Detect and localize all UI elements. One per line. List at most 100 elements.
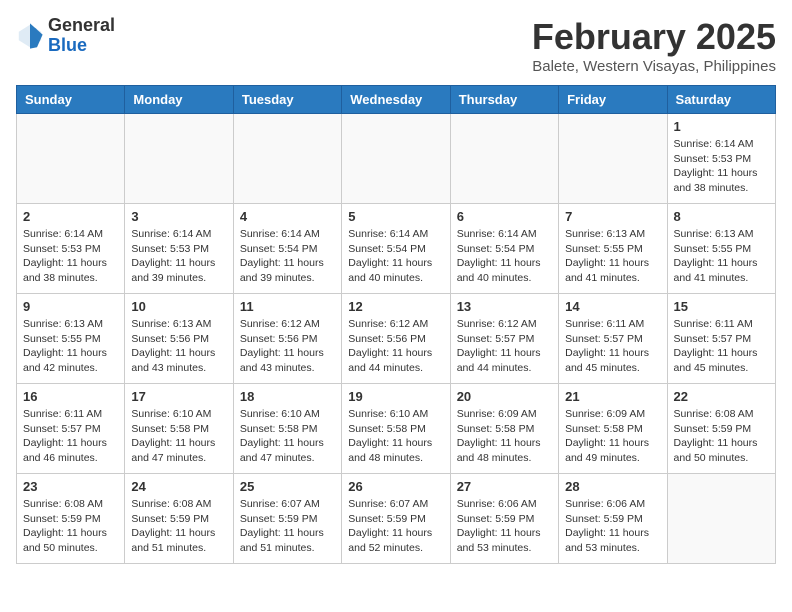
day-info: Sunrise: 6:12 AM Sunset: 5:56 PM Dayligh… [240,317,335,376]
day-number: 27 [457,479,552,494]
weekday-header-friday: Friday [559,86,667,114]
page-header: General Blue February 2025 Balete, Weste… [16,16,776,75]
weekday-header-thursday: Thursday [450,86,558,114]
weekday-header-saturday: Saturday [667,86,775,114]
calendar-cell: 2 Sunrise: 6:14 AM Sunset: 5:53 PM Daylig… [17,204,125,294]
week-row-1: 1 Sunrise: 6:14 AM Sunset: 5:53 PM Daylig… [17,114,776,204]
day-number: 5 [348,209,443,224]
month-title: February 2025 [532,16,776,58]
weekday-header-wednesday: Wednesday [342,86,450,114]
calendar-cell: 4Sunrise: 6:14 AM Sunset: 5:54 PM Daylig… [233,204,341,294]
calendar-cell: 15 Sunrise: 6:11 AM Sunset: 5:57 PM Dayli… [667,294,775,384]
calendar-cell: 28Sunrise: 6:06 AM Sunset: 5:59 PM Dayli… [559,474,667,564]
calendar-cell: 27 Sunrise: 6:06 AM Sunset: 5:59 PM Dayli… [450,474,558,564]
day-number: 2 [23,209,118,224]
day-info: Sunrise: 6:06 AM Sunset: 5:59 PM Dayligh… [457,497,552,556]
day-number: 9 [23,299,118,314]
calendar-cell: 11 Sunrise: 6:12 AM Sunset: 5:56 PM Dayli… [233,294,341,384]
day-info: Sunrise: 6:14 AM Sunset: 5:53 PM Dayligh… [674,137,769,196]
day-info: Sunrise: 6:10 AM Sunset: 5:58 PM Dayligh… [240,407,335,466]
weekday-header-tuesday: Tuesday [233,86,341,114]
day-info: Sunrise: 6:13 AM Sunset: 5:55 PM Dayligh… [565,227,660,286]
day-number: 14 [565,299,660,314]
day-number: 22 [674,389,769,404]
calendar-cell: 16 Sunrise: 6:11 AM Sunset: 5:57 PM Dayli… [17,384,125,474]
day-number: 19 [348,389,443,404]
day-info: Sunrise: 6:07 AM Sunset: 5:59 PM Dayligh… [348,497,443,556]
calendar-cell: 5 Sunrise: 6:14 AM Sunset: 5:54 PM Daylig… [342,204,450,294]
calendar-cell: 19 Sunrise: 6:10 AM Sunset: 5:58 PM Dayli… [342,384,450,474]
calendar-cell: 8Sunrise: 6:13 AM Sunset: 5:55 PM Daylig… [667,204,775,294]
calendar-cell: 24 Sunrise: 6:08 AM Sunset: 5:59 PM Dayli… [125,474,233,564]
calendar-cell: 7 Sunrise: 6:13 AM Sunset: 5:55 PM Daylig… [559,204,667,294]
day-info: Sunrise: 6:09 AM Sunset: 5:58 PM Dayligh… [457,407,552,466]
calendar-cell: 18 Sunrise: 6:10 AM Sunset: 5:58 PM Dayli… [233,384,341,474]
day-info: Sunrise: 6:14 AM Sunset: 5:53 PM Dayligh… [131,227,226,286]
day-info: Sunrise: 6:11 AM Sunset: 5:57 PM Dayligh… [565,317,660,376]
day-info: Sunrise: 6:11 AM Sunset: 5:57 PM Dayligh… [674,317,769,376]
calendar-cell: 3 Sunrise: 6:14 AM Sunset: 5:53 PM Daylig… [125,204,233,294]
day-number: 18 [240,389,335,404]
calendar-cell [233,114,341,204]
weekday-header-sunday: Sunday [17,86,125,114]
day-number: 11 [240,299,335,314]
day-number: 1 [674,119,769,134]
day-number: 17 [131,389,226,404]
week-row-2: 2 Sunrise: 6:14 AM Sunset: 5:53 PM Daylig… [17,204,776,294]
calendar-cell: 25 Sunrise: 6:07 AM Sunset: 5:59 PM Dayli… [233,474,341,564]
weekday-header-monday: Monday [125,86,233,114]
day-number: 25 [240,479,335,494]
day-number: 7 [565,209,660,224]
logo-icon [16,22,44,50]
day-info: Sunrise: 6:14 AM Sunset: 5:54 PM Dayligh… [457,227,552,286]
day-info: Sunrise: 6:10 AM Sunset: 5:58 PM Dayligh… [131,407,226,466]
calendar-cell: 17 Sunrise: 6:10 AM Sunset: 5:58 PM Dayli… [125,384,233,474]
calendar-cell: 20 Sunrise: 6:09 AM Sunset: 5:58 PM Dayli… [450,384,558,474]
calendar-cell [559,114,667,204]
day-info: Sunrise: 6:08 AM Sunset: 5:59 PM Dayligh… [131,497,226,556]
day-info: Sunrise: 6:06 AM Sunset: 5:59 PM Dayligh… [565,497,660,556]
logo: General Blue [16,16,115,56]
calendar-cell: 26 Sunrise: 6:07 AM Sunset: 5:59 PM Dayli… [342,474,450,564]
day-number: 16 [23,389,118,404]
calendar-cell [450,114,558,204]
day-number: 13 [457,299,552,314]
day-number: 10 [131,299,226,314]
calendar-cell: 21Sunrise: 6:09 AM Sunset: 5:58 PM Dayli… [559,384,667,474]
calendar-cell: 6 Sunrise: 6:14 AM Sunset: 5:54 PM Daylig… [450,204,558,294]
calendar-cell: 23Sunrise: 6:08 AM Sunset: 5:59 PM Dayli… [17,474,125,564]
calendar-cell: 1 Sunrise: 6:14 AM Sunset: 5:53 PM Daylig… [667,114,775,204]
day-number: 4 [240,209,335,224]
day-number: 20 [457,389,552,404]
day-number: 12 [348,299,443,314]
calendar-cell [667,474,775,564]
day-info: Sunrise: 6:13 AM Sunset: 5:55 PM Dayligh… [23,317,118,376]
calendar-cell [17,114,125,204]
day-info: Sunrise: 6:13 AM Sunset: 5:56 PM Dayligh… [131,317,226,376]
day-info: Sunrise: 6:07 AM Sunset: 5:59 PM Dayligh… [240,497,335,556]
day-info: Sunrise: 6:14 AM Sunset: 5:54 PM Dayligh… [348,227,443,286]
calendar-table: SundayMondayTuesdayWednesdayThursdayFrid… [16,85,776,564]
day-number: 26 [348,479,443,494]
calendar-cell: 9 Sunrise: 6:13 AM Sunset: 5:55 PM Daylig… [17,294,125,384]
day-info: Sunrise: 6:12 AM Sunset: 5:57 PM Dayligh… [457,317,552,376]
week-row-4: 16 Sunrise: 6:11 AM Sunset: 5:57 PM Dayli… [17,384,776,474]
week-row-5: 23Sunrise: 6:08 AM Sunset: 5:59 PM Dayli… [17,474,776,564]
day-info: Sunrise: 6:10 AM Sunset: 5:58 PM Dayligh… [348,407,443,466]
day-info: Sunrise: 6:08 AM Sunset: 5:59 PM Dayligh… [674,407,769,466]
week-row-3: 9 Sunrise: 6:13 AM Sunset: 5:55 PM Daylig… [17,294,776,384]
calendar-cell [342,114,450,204]
calendar-cell: 10 Sunrise: 6:13 AM Sunset: 5:56 PM Dayli… [125,294,233,384]
day-number: 3 [131,209,226,224]
calendar-cell: 12Sunrise: 6:12 AM Sunset: 5:56 PM Dayli… [342,294,450,384]
day-number: 6 [457,209,552,224]
day-info: Sunrise: 6:13 AM Sunset: 5:55 PM Dayligh… [674,227,769,286]
day-info: Sunrise: 6:14 AM Sunset: 5:53 PM Dayligh… [23,227,118,286]
day-number: 21 [565,389,660,404]
calendar-cell [125,114,233,204]
day-info: Sunrise: 6:11 AM Sunset: 5:57 PM Dayligh… [23,407,118,466]
day-info: Sunrise: 6:08 AM Sunset: 5:59 PM Dayligh… [23,497,118,556]
day-number: 15 [674,299,769,314]
logo-blue-text: Blue [48,35,87,55]
day-number: 24 [131,479,226,494]
